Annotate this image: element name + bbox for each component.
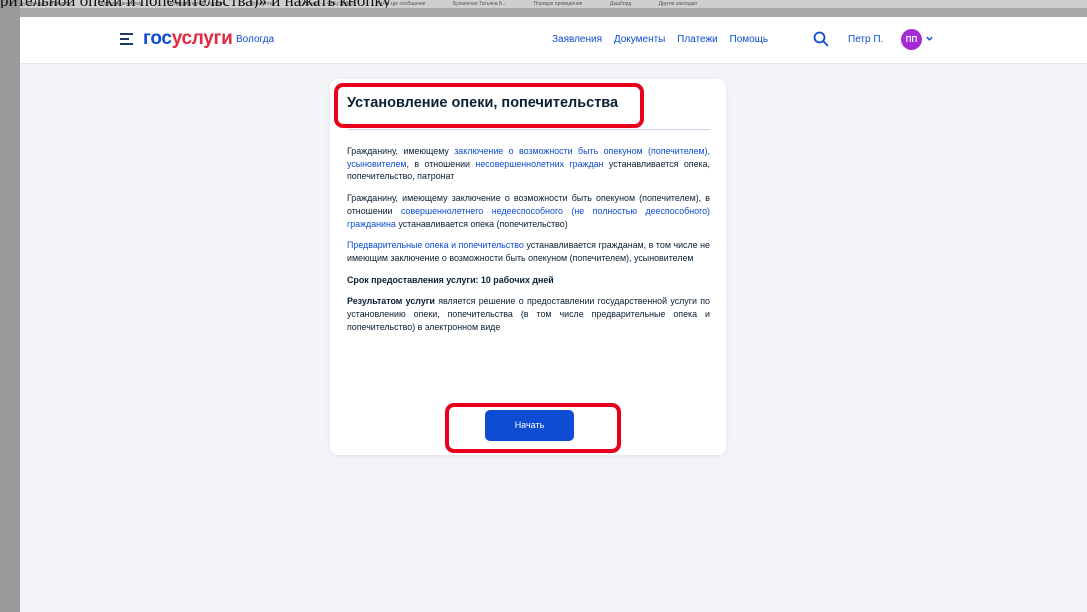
text-fragment: Гражданину, имеющему bbox=[347, 146, 455, 156]
service-description: Гражданину, имеющему заключение о возмож… bbox=[347, 145, 710, 342]
user-name[interactable]: Петр П. bbox=[848, 34, 883, 45]
title-divider bbox=[348, 129, 710, 130]
nav-help[interactable]: Помощь bbox=[730, 34, 769, 45]
logo-part-gos: гос bbox=[143, 28, 172, 49]
paragraph-service-result: Результатом услуги является решение о пр… bbox=[347, 295, 710, 333]
text-fragment: Результатом услуги bbox=[347, 296, 435, 307]
gosuslugi-logo[interactable]: госуслуги bbox=[143, 28, 233, 50]
nav-documents[interactable]: Документы bbox=[614, 34, 666, 45]
paragraph-guardianship-minors: Гражданину, имеющему заключение о возмож… bbox=[347, 145, 710, 183]
avatar[interactable]: ПП bbox=[901, 29, 922, 50]
chevron-down-icon[interactable] bbox=[925, 34, 934, 43]
service-card: Установление опеки, попечительства Гражд… bbox=[330, 79, 726, 455]
main-nav: Заявления Документы Платежи Помощь bbox=[552, 34, 777, 45]
annotation-highlight-title bbox=[334, 83, 644, 128]
link-minors[interactable]: несовершеннолетних граждан bbox=[475, 159, 603, 169]
paragraph-preliminary-guardianship: Предварительные опека и попечительство у… bbox=[347, 239, 710, 264]
site-header: госуслуги Вологда Заявления Документы Пл… bbox=[20, 17, 1087, 64]
burger-menu-icon[interactable] bbox=[120, 33, 133, 48]
nav-applications[interactable]: Заявления bbox=[552, 34, 602, 45]
search-icon[interactable] bbox=[813, 31, 829, 47]
link-preliminary-guardianship[interactable]: Предварительные опека и попечительство bbox=[347, 240, 524, 250]
text-fragment: , в отношении bbox=[406, 158, 476, 169]
service-term: Срок предоставления услуги: 10 рабочих д… bbox=[347, 274, 554, 285]
document-margin bbox=[0, 0, 20, 612]
instruction-caption: рительной опеки и попечительства)» и наж… bbox=[0, 0, 1087, 8]
paragraph-guardianship-adults: Гражданину, имеющему заключение о возмож… bbox=[347, 192, 710, 230]
nav-payments[interactable]: Платежи bbox=[677, 34, 718, 45]
text-fragment: устанавливается опека (попечительство) bbox=[395, 218, 568, 229]
annotation-highlight-start-button bbox=[445, 403, 621, 453]
city-selector[interactable]: Вологда bbox=[236, 34, 274, 45]
logo-part-uslugi: услуги bbox=[171, 28, 233, 49]
